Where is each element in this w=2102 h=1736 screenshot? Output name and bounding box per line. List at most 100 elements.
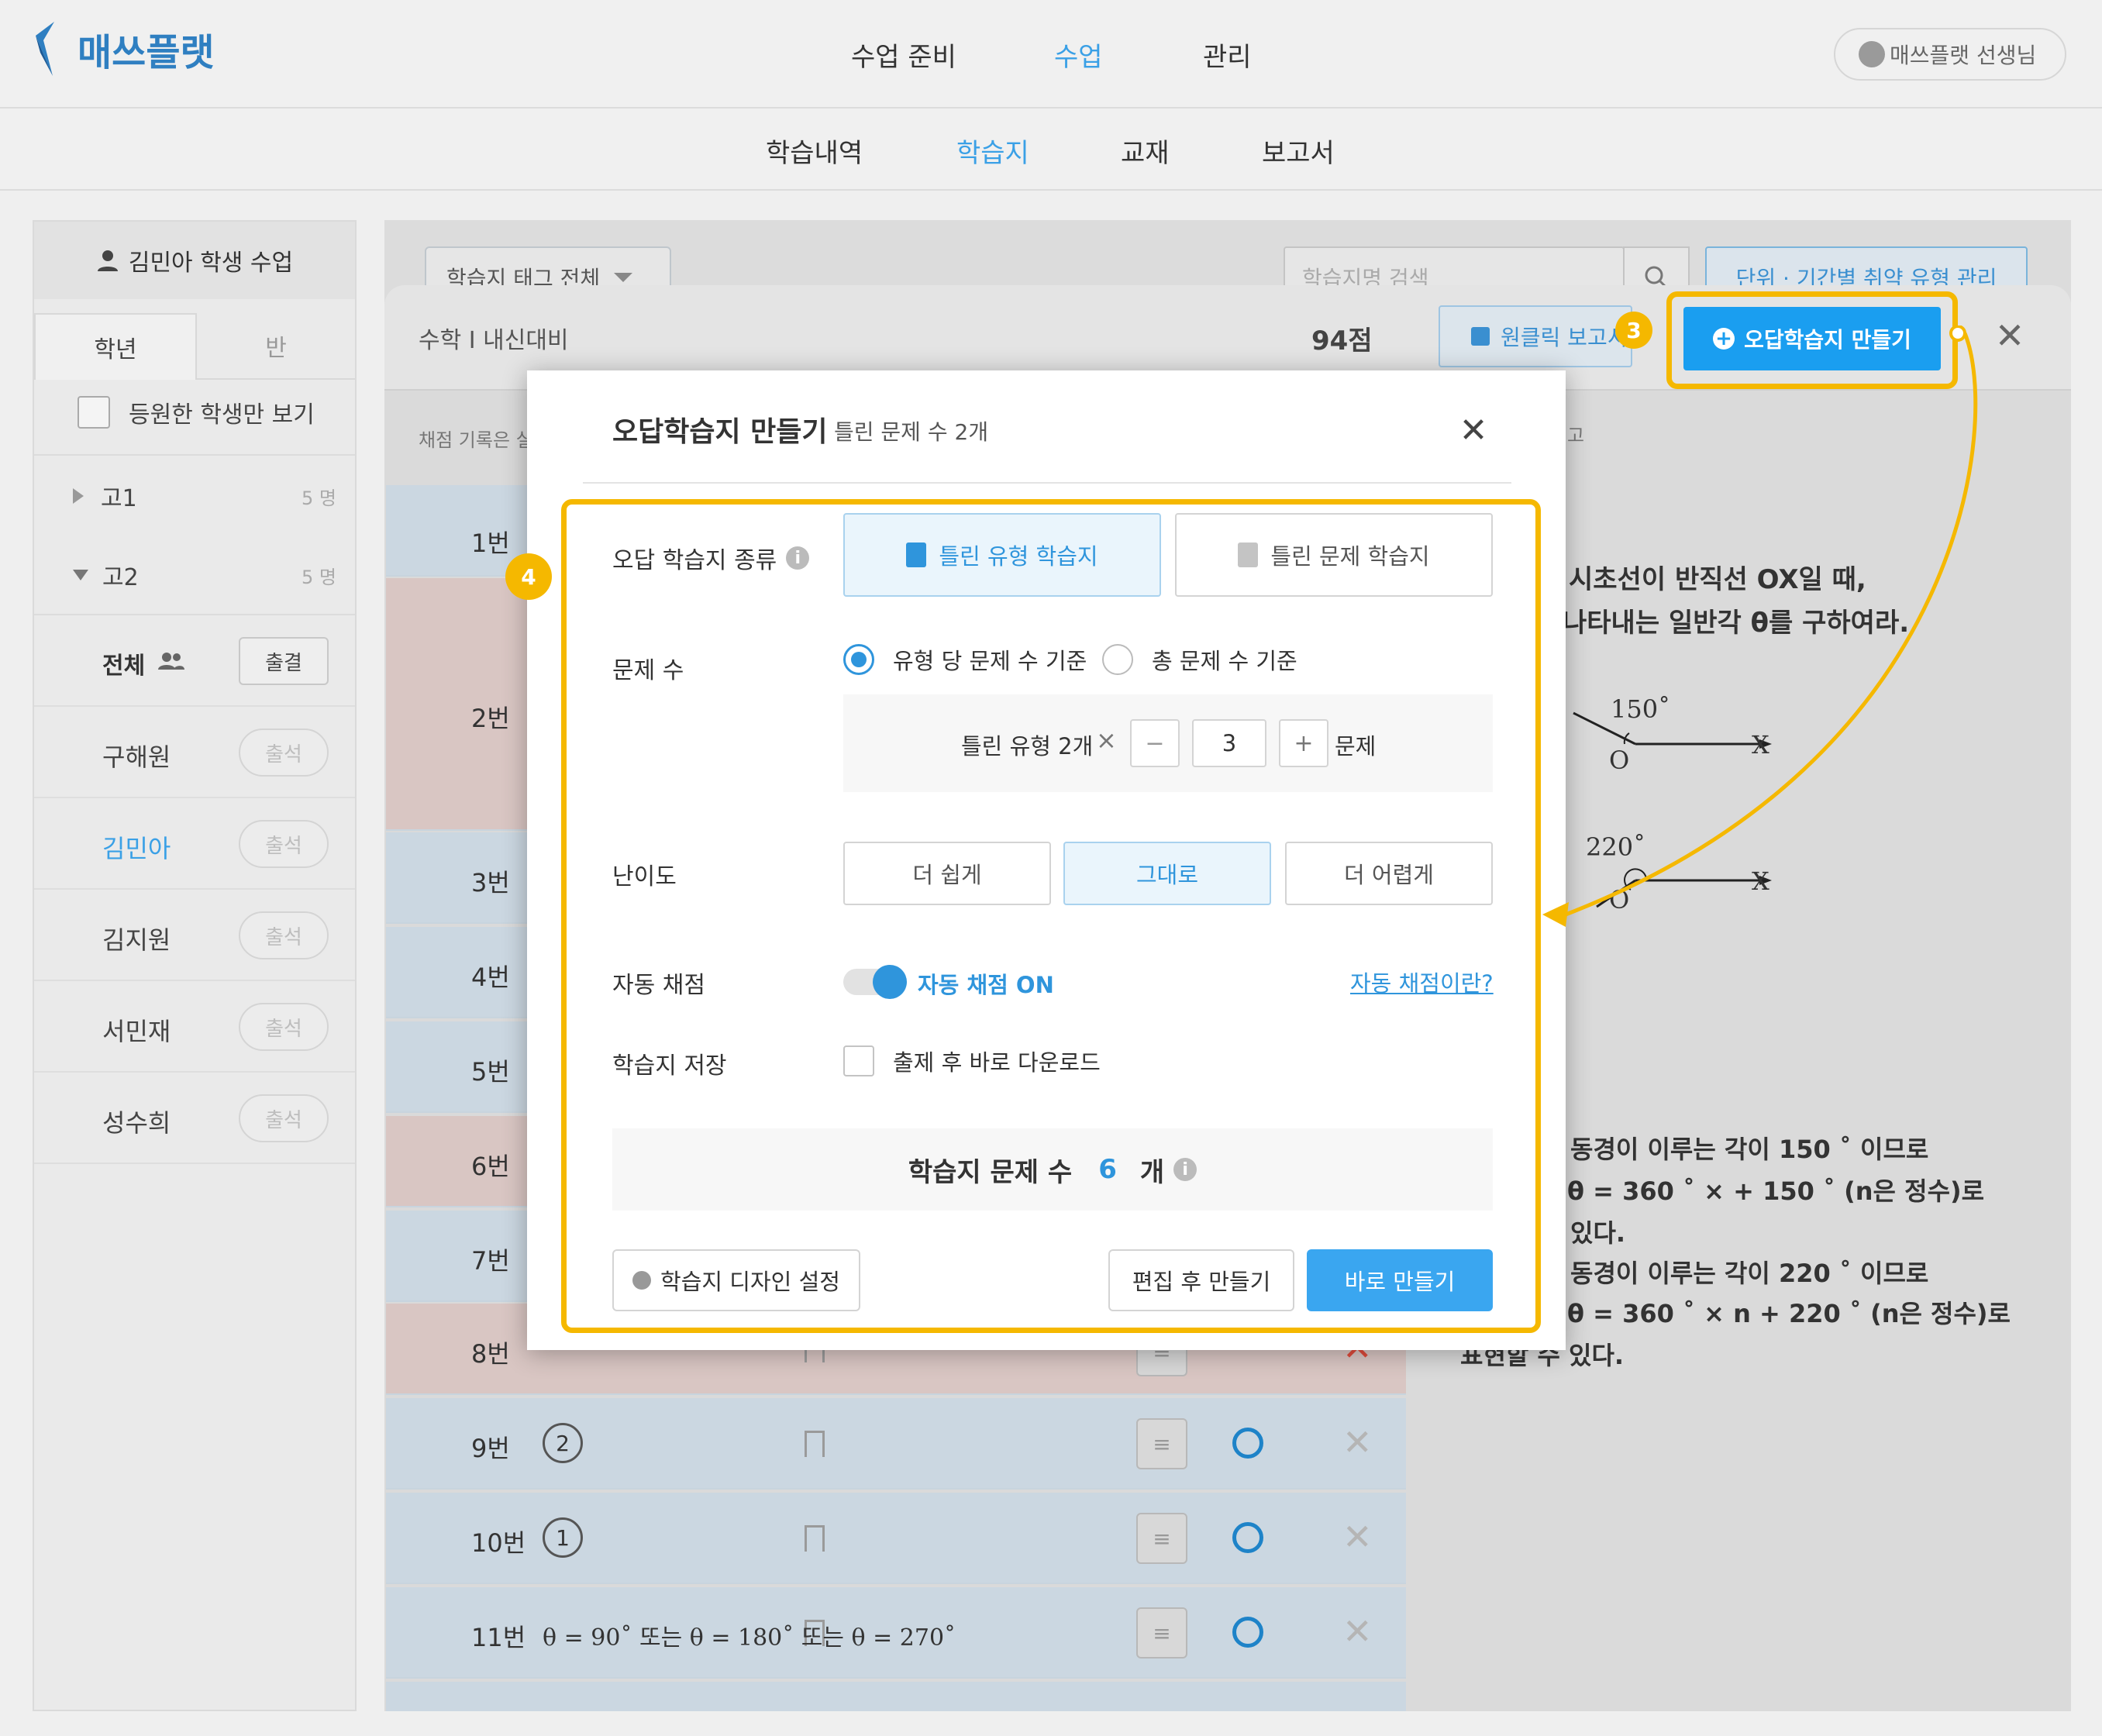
group-count: 5 명 <box>302 487 336 509</box>
tab-textbook[interactable]: 교재 <box>1121 132 1170 170</box>
attended-only-checkbox[interactable]: 등원한 학생만 보기 <box>78 395 315 429</box>
student-sidebar: 김민아 학생 수업 학년 반 등원한 학생만 보기 고1 5 명 고2 5 명 … <box>33 220 357 1711</box>
row-number: 4번 <box>471 963 510 992</box>
list-item-student[interactable]: 김민아 출석 <box>34 798 355 890</box>
tab-report[interactable]: 보고서 <box>1262 132 1335 170</box>
row-number: 1번 <box>471 529 510 558</box>
group-count: 5 명 <box>302 566 336 588</box>
answer-label: 2 <box>556 1430 570 1456</box>
wrong-icon[interactable]: ✕ <box>1342 1610 1373 1652</box>
tab-grade[interactable]: 학년 <box>34 313 197 380</box>
wrong-icon[interactable]: ✕ <box>1342 1421 1373 1463</box>
status-label: 출석 <box>265 1017 302 1041</box>
grade-button[interactable]: ≡ <box>1136 1513 1187 1564</box>
status-label: 출석 <box>265 742 302 766</box>
list-item-all: 전체 출결 <box>34 615 355 707</box>
solution-line-3: 있다. <box>1570 1218 1626 1248</box>
bookmark-icon[interactable] <box>805 1525 825 1552</box>
report-icon <box>1471 327 1490 346</box>
status-label: 출석 <box>265 925 302 949</box>
record-note: 채점 기록은 실 <box>419 429 533 451</box>
solution-line-4: 동경이 이루는 각이 220 ˚ 이므로 <box>1570 1259 1929 1288</box>
row-number: 7번 <box>471 1246 510 1276</box>
dialog-subtitle: 틀린 문제 수 2개 <box>834 419 989 445</box>
nav-prepare[interactable]: 수업 준비 <box>851 36 956 74</box>
grade-button[interactable]: ≡ <box>1136 1418 1187 1469</box>
correct-icon[interactable] <box>1232 1522 1263 1553</box>
status-badge[interactable]: 출석 <box>239 911 329 959</box>
solution-line-1: 동경이 이루는 각이 150 ˚ 이므로 <box>1570 1135 1929 1164</box>
table-row[interactable]: 10번 1 ≡ ✕ <box>386 1493 1406 1584</box>
status-label: 출석 <box>265 834 302 858</box>
divider <box>34 454 355 456</box>
score: 94점 <box>1311 326 1373 356</box>
group-high2[interactable]: 고2 5 명 <box>73 558 336 592</box>
tab-history[interactable]: 학습내역 <box>766 132 863 170</box>
logo-icon <box>36 22 54 76</box>
chevron-down-icon <box>614 273 633 282</box>
user-name: 매쓰플랫 선생님 <box>1890 43 2037 68</box>
group-high1[interactable]: 고1 5 명 <box>73 479 336 513</box>
tab-grade-label: 학년 <box>94 336 137 363</box>
sidebar-header: 김민아 학생 수업 <box>34 222 355 299</box>
tab-class[interactable]: 반 <box>197 313 355 380</box>
list-item-student[interactable]: 성수희 출석 <box>34 1073 355 1164</box>
status-badge[interactable]: 출석 <box>239 1003 329 1051</box>
sidebar-title: 김민아 학생 수업 <box>128 250 294 277</box>
tab-class-label: 반 <box>265 335 287 362</box>
solution-line-5: θ = 360 ˚ × n + 220 ˚ (n은 정수)로 <box>1567 1299 2011 1328</box>
top-navigation <box>0 0 2102 108</box>
dialog-close-button[interactable]: ✕ <box>1454 411 1493 450</box>
list-item-student[interactable]: 김지원 출석 <box>34 890 355 981</box>
bookmark-icon[interactable] <box>805 1431 825 1457</box>
correct-icon[interactable] <box>1232 1428 1263 1459</box>
tab-worksheet[interactable]: 학습지 <box>956 132 1029 170</box>
group-icon <box>158 653 184 670</box>
checkbox-label: 등원한 학생만 보기 <box>129 401 315 429</box>
status-badge[interactable]: 출석 <box>239 1094 329 1142</box>
attendance-label: 출결 <box>265 651 302 675</box>
user-icon <box>1859 41 1885 67</box>
student-name: 구해원 <box>102 742 171 772</box>
correct-icon[interactable] <box>1232 1617 1263 1648</box>
step-badge-4: 4 <box>505 553 552 600</box>
step-connector-arrow <box>1542 326 1978 927</box>
step-badge-4-label: 4 <box>521 563 536 590</box>
wrong-icon[interactable]: ✕ <box>1342 1516 1373 1558</box>
grade-button[interactable]: ≡ <box>1136 1607 1187 1658</box>
answer-choice: 2 <box>543 1423 583 1463</box>
group-name: 고2 <box>102 564 139 591</box>
answer-label: 1 <box>556 1524 570 1551</box>
person-icon <box>97 250 118 271</box>
caret-down-icon <box>73 570 88 580</box>
list-item-student[interactable]: 구해원 출석 <box>34 707 355 798</box>
status-badge[interactable]: 출석 <box>239 820 329 868</box>
dialog-divider <box>583 482 1511 484</box>
nav-manage[interactable]: 관리 <box>1203 36 1252 74</box>
solution-line-2: θ = 360 ˚ × + 150 ˚ (n은 정수)로 <box>1567 1176 1985 1206</box>
row-number: 8번 <box>471 1339 510 1369</box>
table-row[interactable]: 11번 θ = 90˚ 또는 θ = 180˚ 또는 θ = 270˚ ≡ ✕ <box>386 1587 1406 1679</box>
nav-class[interactable]: 수업 <box>1054 36 1103 74</box>
student-name: 성수희 <box>102 1108 171 1138</box>
checkbox-box[interactable] <box>78 396 110 429</box>
row-number: 3번 <box>471 868 510 897</box>
answer-text: θ = 90˚ 또는 θ = 180˚ 또는 θ = 270˚ <box>543 1624 956 1652</box>
user-menu[interactable]: 매쓰플랫 선생님 <box>1834 28 2066 81</box>
status-label: 출석 <box>265 1108 302 1132</box>
logo[interactable]: 매쓰플랫 <box>33 22 234 76</box>
table-row[interactable]: 9번 2 ≡ ✕ <box>386 1398 1406 1490</box>
close-icon: ✕ <box>1459 410 1488 450</box>
group-name: 고1 <box>101 485 137 512</box>
status-badge[interactable]: 출석 <box>239 728 329 777</box>
list-item-student[interactable]: 서민재 출석 <box>34 981 355 1073</box>
row-number: 10번 <box>471 1528 526 1558</box>
student-name: 서민재 <box>102 1017 171 1046</box>
student-name: 김지원 <box>102 925 171 955</box>
answer-choice: 1 <box>543 1517 583 1558</box>
attendance-button[interactable]: 출결 <box>239 637 329 685</box>
row-number: 5번 <box>471 1057 510 1087</box>
highlight-step4 <box>561 499 1541 1333</box>
table-row <box>386 1682 1406 1711</box>
dialog-title: 오답학습지 만들기 <box>612 416 828 448</box>
